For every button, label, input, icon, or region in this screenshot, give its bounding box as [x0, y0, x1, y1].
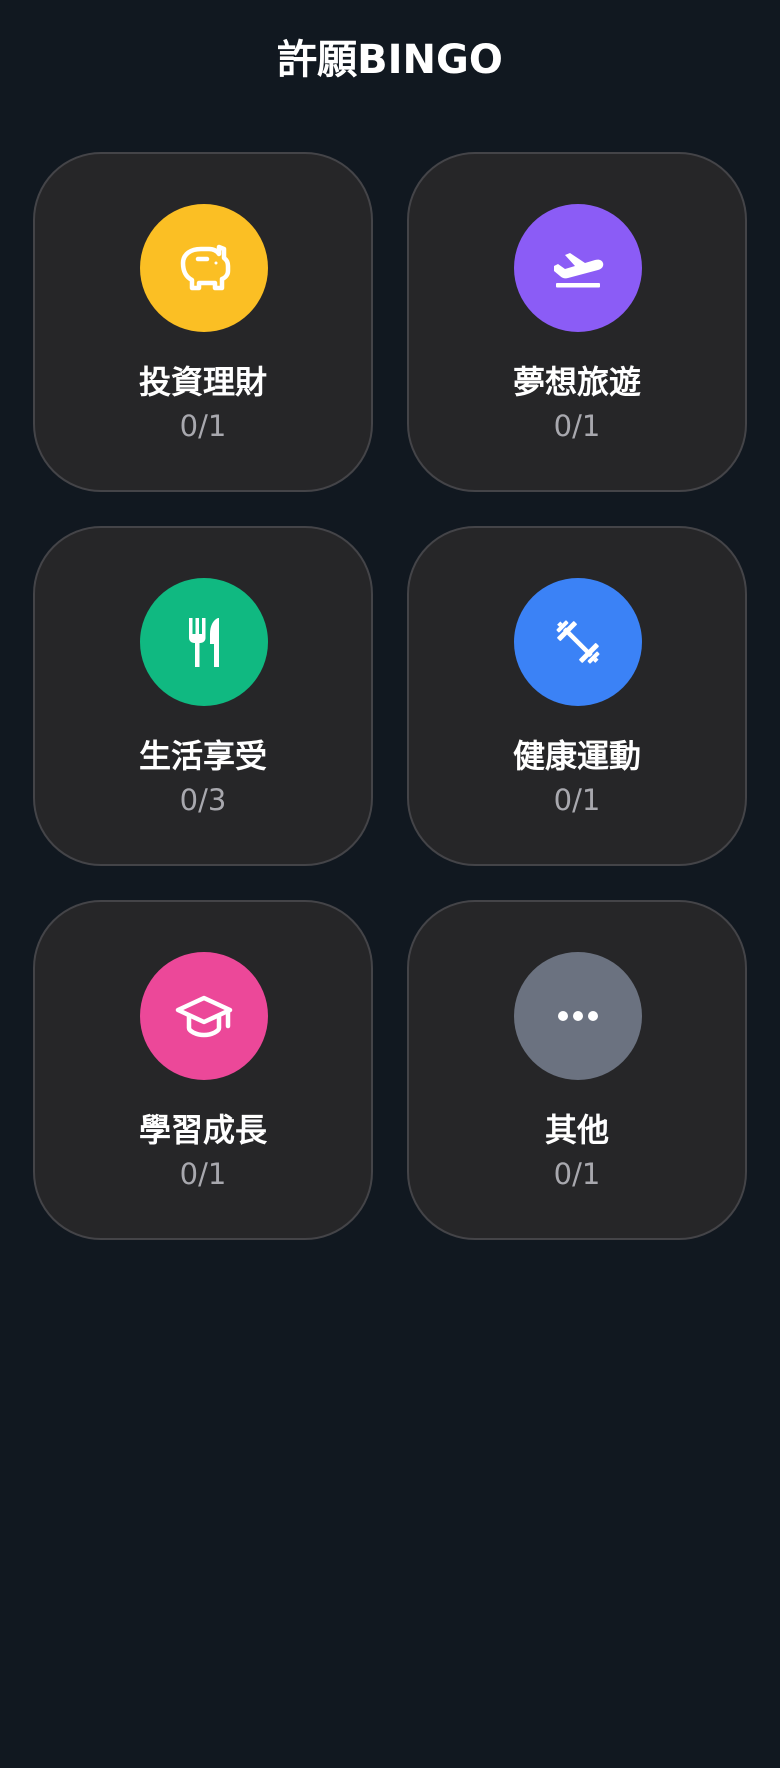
category-count: 0/1	[179, 1157, 227, 1191]
page-title: 許願BINGO	[277, 37, 503, 83]
category-card-travel[interactable]: 夢想旅遊 0/1	[407, 152, 747, 492]
category-icon-circle	[140, 578, 268, 706]
category-icon-circle	[514, 952, 642, 1080]
category-count: 0/3	[179, 783, 227, 817]
dumbbell-icon	[556, 620, 600, 664]
category-icon-circle	[140, 952, 268, 1080]
category-label: 健康運動	[512, 737, 641, 775]
piggy-bank-icon	[180, 244, 231, 291]
category-card-investment[interactable]: 投資理財 0/1	[33, 152, 373, 492]
category-count: 0/1	[553, 783, 601, 817]
airplane-takeoff-icon	[554, 253, 604, 288]
category-card-other[interactable]: 其他 0/1	[407, 900, 747, 1240]
category-label: 夢想旅遊	[512, 363, 641, 401]
category-card-learning[interactable]: 學習成長 0/1	[33, 900, 373, 1240]
category-icon-circle	[140, 204, 268, 332]
category-count: 0/1	[553, 409, 601, 443]
category-grid: 投資理財 0/1 夢想旅遊 0/1 生活享受 0/3 健康運動 0/1 學習成長…	[33, 152, 747, 1240]
category-count: 0/1	[553, 1157, 601, 1191]
category-icon-circle	[514, 204, 642, 332]
category-card-lifestyle[interactable]: 生活享受 0/3	[33, 526, 373, 866]
category-label: 學習成長	[138, 1111, 267, 1149]
category-label: 生活享受	[138, 737, 267, 775]
graduation-cap-icon	[175, 995, 233, 1038]
more-dots-icon	[558, 1011, 598, 1021]
category-card-fitness[interactable]: 健康運動 0/1	[407, 526, 747, 866]
category-icon-circle	[514, 578, 642, 706]
fork-knife-icon	[189, 618, 219, 667]
app-screen: 許願BINGO 投資理財 0/1 夢想旅遊 0/1 生活享受 0/3 健康運動 …	[0, 0, 780, 1768]
category-count: 0/1	[179, 409, 227, 443]
category-label: 其他	[544, 1111, 609, 1149]
category-label: 投資理財	[138, 363, 267, 401]
